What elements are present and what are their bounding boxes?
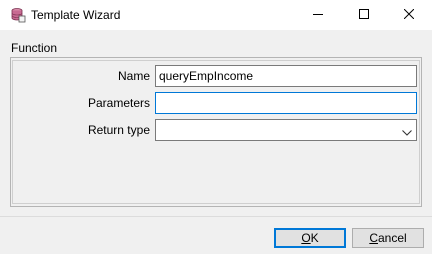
cancel-mnemonic: C: [369, 231, 378, 245]
cancel-label-rest: ancel: [377, 231, 407, 245]
close-icon: [403, 8, 415, 22]
footer-divider: [0, 216, 432, 217]
ok-label-rest: K: [310, 231, 319, 245]
function-group-label: Function: [11, 41, 58, 55]
minimize-button[interactable]: [295, 0, 341, 30]
ok-button[interactable]: OK: [274, 228, 346, 248]
chevron-down-icon: [402, 126, 412, 136]
title-bar[interactable]: Template Wizard: [0, 0, 432, 30]
ok-mnemonic: O: [301, 231, 311, 245]
cancel-button[interactable]: Cancel: [352, 228, 424, 248]
name-input[interactable]: [155, 65, 417, 87]
maximize-button[interactable]: [341, 0, 387, 30]
database-template-icon: [10, 7, 26, 23]
parameters-input[interactable]: [155, 92, 417, 114]
close-button[interactable]: [386, 0, 432, 30]
name-label: Name: [117, 69, 150, 83]
maximize-icon: [359, 8, 369, 22]
window-title: Template Wizard: [31, 8, 121, 22]
minimize-icon: [313, 8, 323, 22]
return-type-label: Return type: [87, 123, 150, 137]
return-type-select[interactable]: [155, 119, 417, 141]
parameters-label: Parameters: [87, 96, 150, 110]
